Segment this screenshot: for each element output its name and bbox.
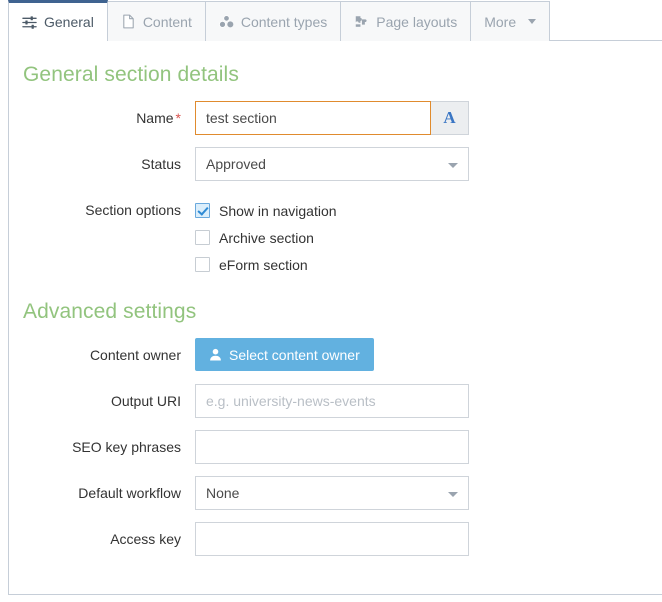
checkbox-box-checked[interactable] [195, 203, 210, 218]
content-owner-label: Content owner [89, 347, 181, 363]
sliders-icon [22, 15, 37, 30]
field-row-access-key: Access key [9, 522, 662, 556]
name-accessibility-button[interactable]: A [431, 101, 469, 135]
tab-content[interactable]: Content [106, 1, 206, 41]
output-uri-input[interactable] [195, 384, 469, 418]
checkbox-box[interactable] [195, 230, 210, 245]
status-label: Status [141, 156, 181, 172]
tab-more-label: More [484, 13, 517, 30]
field-row-output-uri: Output URI [9, 384, 662, 418]
puzzle-piece-icon [354, 14, 369, 29]
checkbox-box[interactable] [195, 257, 210, 272]
status-select[interactable]: Approved [195, 147, 469, 181]
field-row-seo-key-phrases: SEO key phrases [9, 430, 662, 464]
default-workflow-select[interactable]: None [195, 476, 469, 510]
field-row-default-workflow: Default workflow None [9, 476, 662, 510]
user-icon [209, 348, 222, 361]
checkbox-label: Archive section [219, 229, 314, 246]
cubes-icon [218, 14, 234, 29]
document-icon [121, 14, 136, 29]
tab-general-label: General [44, 14, 94, 30]
tab-page-layouts[interactable]: Page layouts [340, 1, 472, 41]
tab-content-types[interactable]: Content types [204, 1, 342, 41]
checkbox-archive-section[interactable]: Archive section [195, 224, 662, 251]
name-input[interactable] [195, 101, 431, 135]
field-row-name: Name* A [9, 101, 662, 135]
chevron-down-icon [448, 492, 458, 497]
default-workflow-select-value: None [206, 485, 240, 501]
required-marker: * [175, 110, 181, 126]
seo-key-phrases-label: SEO key phrases [72, 439, 181, 455]
tab-general[interactable]: General [8, 0, 108, 41]
section-settings-panel: General section details Name* A Status A… [8, 41, 662, 595]
tab-page-layouts-label: Page layouts [376, 13, 458, 30]
output-uri-label: Output URI [110, 393, 181, 409]
access-key-input[interactable] [195, 522, 469, 556]
tab-content-label: Content [142, 13, 192, 30]
checkbox-eform-section[interactable]: eForm section [195, 251, 662, 278]
chevron-down-icon [528, 19, 537, 24]
general-section-heading: General section details [23, 63, 239, 86]
select-content-owner-button[interactable]: Select content owner [195, 338, 374, 371]
name-label: Name * [136, 110, 181, 126]
tab-content-types-label: Content types [240, 13, 328, 30]
select-content-owner-label: Select content owner [229, 346, 360, 363]
field-row-content-owner: Content owner Select content owner [9, 338, 662, 372]
advanced-settings-heading: Advanced settings [23, 300, 197, 323]
access-key-label: Access key [110, 531, 181, 547]
chevron-down-icon [448, 163, 458, 168]
checkbox-label: Show in navigation [219, 202, 337, 219]
status-select-value: Approved [206, 156, 266, 172]
section-options-label: Section options [85, 202, 181, 218]
checkbox-label: eForm section [219, 256, 308, 273]
field-row-section-options: Section options Show in navigation Archi… [9, 193, 662, 278]
name-input-group: A [195, 101, 662, 135]
checkbox-show-in-navigation[interactable]: Show in navigation [195, 197, 662, 224]
default-workflow-label: Default workflow [78, 485, 181, 501]
tab-more[interactable]: More [470, 1, 551, 41]
field-row-status: Status Approved [9, 147, 662, 181]
seo-key-phrases-input[interactable] [195, 430, 469, 464]
tab-bar: General Content Content types Page layou… [0, 0, 662, 41]
